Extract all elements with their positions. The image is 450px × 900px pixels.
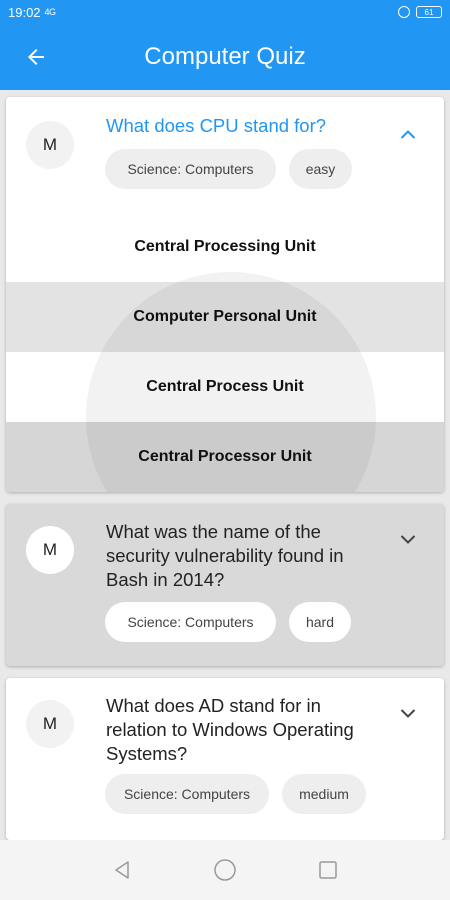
status-time: 19:02 xyxy=(8,4,41,20)
expand-button[interactable] xyxy=(396,702,420,726)
arrow-left-icon xyxy=(28,49,44,65)
question-card-1[interactable]: M What does CPU stand for? Science: Comp… xyxy=(6,97,444,492)
category-chip: Science: Computers xyxy=(105,602,276,642)
answer-option-1[interactable]: Central Processing Unit xyxy=(6,212,444,282)
question-text: What does AD stand for in relation to Wi… xyxy=(106,695,354,764)
chevron-down-icon xyxy=(400,535,416,544)
question-list[interactable]: M What does CPU stand for? Science: Comp… xyxy=(0,90,450,840)
collapse-button[interactable] xyxy=(396,122,420,146)
avatar: M xyxy=(26,700,74,748)
question-card-2[interactable]: M What was the name of the security vuln… xyxy=(6,504,444,666)
question-text: What was the name of the security vulner… xyxy=(106,521,344,590)
battery-icon: 61 xyxy=(416,6,442,18)
difficulty-chip: medium xyxy=(282,774,366,814)
difficulty-chip: hard xyxy=(289,602,351,642)
page-title: Computer Quiz xyxy=(144,43,306,70)
circle-home-icon xyxy=(214,859,236,881)
app-bar: Computer Quiz xyxy=(0,24,450,90)
nav-back-button[interactable] xyxy=(102,850,142,890)
nav-recents-button[interactable] xyxy=(308,850,348,890)
back-button[interactable] xyxy=(8,29,64,85)
question-text: What does CPU stand for? xyxy=(106,115,327,136)
alarm-icon xyxy=(398,6,410,18)
answer-option-2[interactable]: Computer Personal Unit xyxy=(6,282,444,352)
answer-option-4[interactable]: Central Processor Unit xyxy=(6,422,444,492)
status-bar: 19:02 4G 61 xyxy=(0,0,450,24)
chevron-down-icon xyxy=(400,709,416,718)
expand-button[interactable] xyxy=(396,528,420,552)
question-card-3[interactable]: M What does AD stand for in relation to … xyxy=(6,678,444,840)
chevron-up-icon xyxy=(400,130,416,139)
triangle-back-icon xyxy=(114,861,129,879)
nav-home-button[interactable] xyxy=(205,850,245,890)
category-chip: Science: Computers xyxy=(105,149,276,189)
difficulty-chip: easy xyxy=(289,149,352,189)
avatar: M xyxy=(26,121,74,169)
system-nav-bar xyxy=(0,840,450,900)
square-recents-icon xyxy=(319,861,338,879)
avatar: M xyxy=(26,526,74,574)
signal-indicator: 4G xyxy=(44,7,57,17)
category-chip: Science: Computers xyxy=(105,774,269,814)
answer-option-3[interactable]: Central Process Unit xyxy=(6,352,444,422)
